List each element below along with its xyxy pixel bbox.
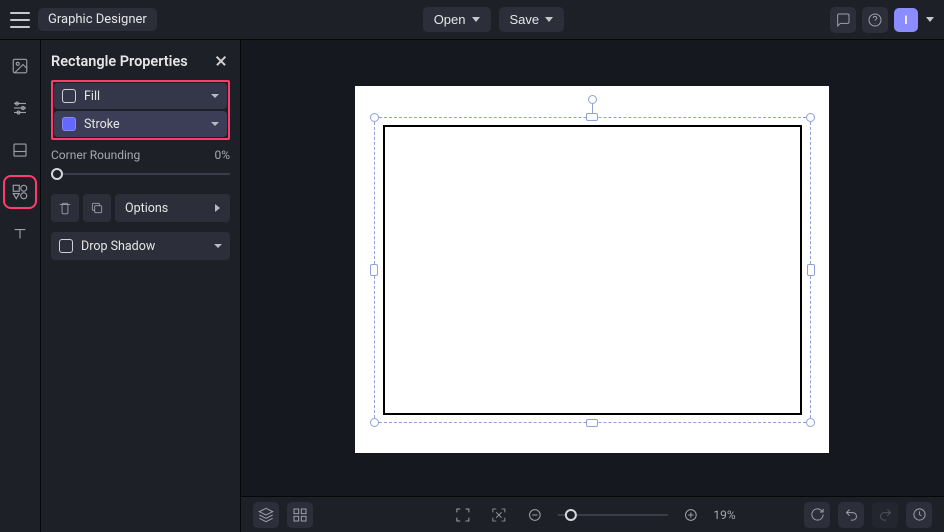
save-label: Save [510,12,540,27]
handle-n[interactable] [586,113,598,121]
fill-swatch [62,89,76,103]
drop-shadow-label: Drop Shadow [81,239,206,254]
menu-icon[interactable] [10,12,30,28]
stroke-swatch [62,117,76,131]
stroke-label: Stroke [84,117,203,132]
handle-nw[interactable] [370,113,379,122]
handle-se[interactable] [806,418,815,427]
rectangle-shape[interactable] [383,125,802,415]
duplicate-button[interactable] [83,194,111,222]
app-title: Graphic Designer [38,8,157,31]
rotation-handle[interactable] [588,95,597,104]
handle-ne[interactable] [806,113,815,122]
drop-shadow-property[interactable]: Drop Shadow [51,232,230,260]
zoom-out-button[interactable] [521,502,547,528]
handle-e[interactable] [807,264,815,276]
image-tool[interactable] [6,52,34,80]
chevron-down-icon [214,244,222,248]
chevron-down-icon [545,17,553,22]
history-button[interactable] [906,502,932,528]
close-icon[interactable] [212,52,230,70]
corner-rounding-slider[interactable] [51,164,230,184]
stroke-property[interactable]: Stroke [54,111,227,137]
corner-rounding-value: 0% [214,148,230,162]
chevron-right-icon [215,204,220,212]
refresh-button[interactable] [804,502,830,528]
open-button[interactable]: Open [423,7,491,32]
page[interactable] [355,86,829,453]
grid-button[interactable] [287,502,313,528]
fill-label: Fill [84,89,203,104]
shapes-tool[interactable] [6,178,34,206]
undo-button[interactable] [838,502,864,528]
open-label: Open [434,12,466,27]
chevron-down-icon [211,122,219,126]
zoom-slider[interactable] [557,506,667,524]
handle-s[interactable] [586,419,598,427]
zoom-in-button[interactable] [677,502,703,528]
document-tool[interactable] [6,136,34,164]
chevron-down-icon [211,94,219,98]
handle-sw[interactable] [370,418,379,427]
fit-button[interactable] [485,502,511,528]
redo-button[interactable] [872,502,898,528]
user-avatar[interactable]: I [894,8,918,32]
fullscreen-button[interactable] [449,502,475,528]
save-button[interactable]: Save [499,7,565,32]
panel-title: Rectangle Properties [51,53,188,70]
options-label: Options [125,201,168,216]
options-button[interactable]: Options [115,194,230,222]
canvas[interactable] [241,40,944,496]
help-button[interactable] [862,7,888,33]
adjustments-tool[interactable] [6,94,34,122]
zoom-value: 19% [713,508,735,522]
chevron-down-icon [472,17,480,22]
chevron-down-icon[interactable] [926,17,934,22]
fill-property[interactable]: Fill [54,83,227,109]
corner-rounding-label: Corner Rounding [51,148,140,162]
text-tool[interactable] [6,220,34,248]
layers-button[interactable] [253,502,279,528]
drop-shadow-swatch [59,239,73,253]
delete-button[interactable] [51,194,79,222]
comment-button[interactable] [830,7,856,33]
fill-stroke-highlight: Fill Stroke [51,80,230,140]
handle-w[interactable] [370,264,378,276]
